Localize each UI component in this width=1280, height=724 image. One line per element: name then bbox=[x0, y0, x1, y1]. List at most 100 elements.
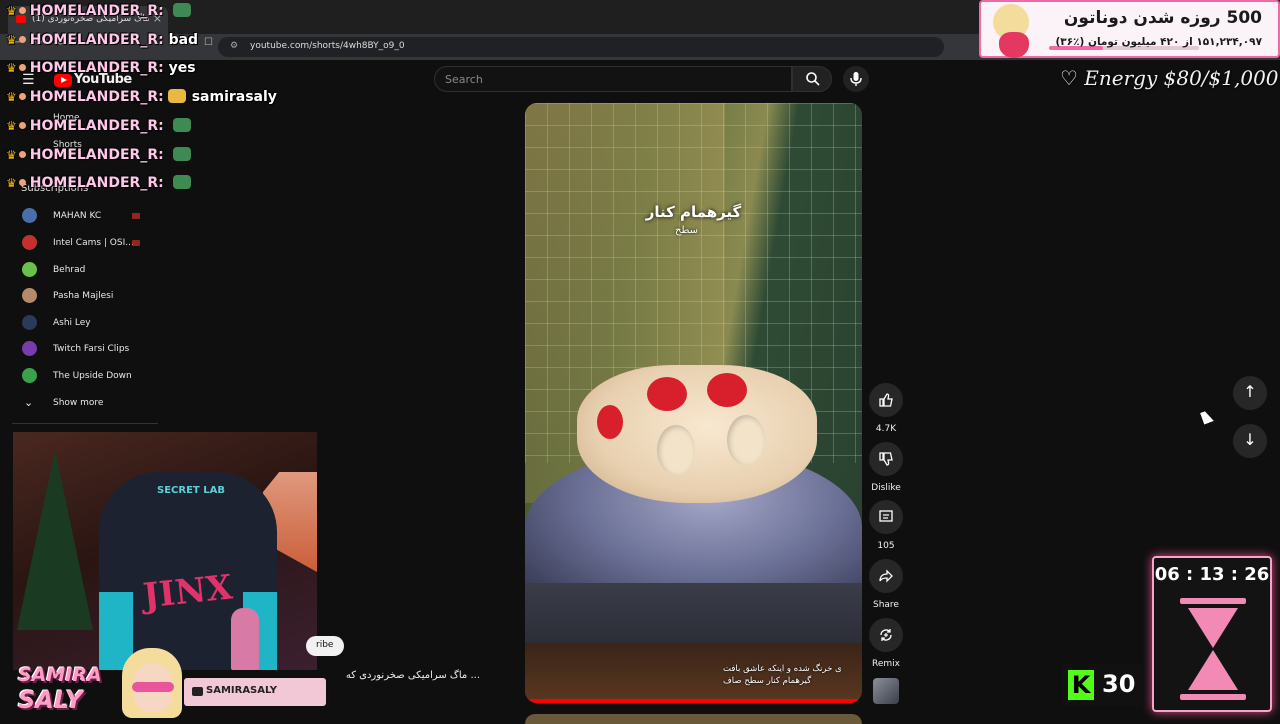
sidebar-item-subscription[interactable]: Intel Cams | OSI... bbox=[20, 235, 180, 257]
crown-icon: ♛ bbox=[6, 148, 17, 162]
search-button[interactable] bbox=[792, 66, 832, 92]
share-icon bbox=[879, 569, 893, 583]
chat-message: ♛ HOMELANDER_R: bbox=[6, 118, 191, 138]
crown-icon: ♛ bbox=[6, 176, 17, 190]
show-more-button[interactable]: ⌄ Show more bbox=[20, 395, 180, 417]
crown-icon: ♛ bbox=[6, 90, 17, 104]
chat-username: HOMELANDER_R: bbox=[29, 32, 164, 48]
hourglass-cap bbox=[1180, 598, 1246, 604]
sidebar-item-subscription[interactable]: Twitch Farsi Clips bbox=[20, 341, 180, 363]
timer-value: 06 : 13 : 26 bbox=[1154, 564, 1270, 585]
microphone-icon bbox=[850, 72, 862, 86]
next-short-preview[interactable] bbox=[525, 714, 862, 724]
video-caption: ی خرنگ شده و اینکه عاشق بافت گیرهمام کنا… bbox=[723, 663, 857, 687]
channel-avatar bbox=[22, 315, 37, 330]
remix-button[interactable]: Remix bbox=[866, 618, 906, 669]
sidebar-item-subscription[interactable]: Behrad bbox=[20, 262, 180, 284]
comment-count: 105 bbox=[877, 541, 895, 551]
share-button[interactable]: Share bbox=[866, 559, 906, 610]
user-avatar-icon bbox=[18, 36, 26, 43]
sidebar-item-subscription[interactable]: The Upside Down bbox=[20, 368, 180, 390]
chevron-down-icon: ⌄ bbox=[24, 396, 34, 409]
channel-avatar bbox=[22, 288, 37, 303]
emote-icon bbox=[167, 89, 186, 103]
channel-avatar bbox=[22, 208, 37, 223]
energy-goal: ♡ Energy $80/$1,000 bbox=[1060, 66, 1279, 90]
chat-message: ♛ HOMELANDER_R: samirasaly bbox=[6, 89, 277, 109]
dislike-label: Dislike bbox=[871, 483, 901, 493]
chat-username: HOMELANDER_R: bbox=[29, 175, 164, 191]
channel-name: Ashi Ley bbox=[53, 318, 91, 328]
sidebar-divider bbox=[12, 423, 158, 424]
social-handle: SAMIRASALY bbox=[206, 685, 278, 696]
sidebar-item-subscription[interactable]: Ashi Ley bbox=[20, 315, 180, 337]
emote-icon bbox=[172, 118, 191, 132]
comments-button[interactable]: 105 bbox=[866, 500, 906, 551]
chair-brand: SECRET LAB bbox=[157, 485, 225, 496]
chat-text: bad bbox=[168, 32, 199, 48]
ceramic-mug bbox=[577, 365, 817, 503]
channel-avatar bbox=[22, 262, 37, 277]
show-more-label: Show more bbox=[53, 398, 104, 408]
hourglass-cap bbox=[1180, 694, 1246, 700]
avatar-glasses bbox=[132, 682, 174, 692]
caption-line: گیرهمام کنار سطح صاف bbox=[723, 676, 812, 686]
emote-icon bbox=[172, 147, 191, 161]
hourglass-top bbox=[1188, 608, 1238, 648]
mug-spot bbox=[597, 405, 623, 439]
emote-icon bbox=[172, 175, 191, 189]
hourglass-icon bbox=[1180, 598, 1246, 702]
search-input[interactable]: Search bbox=[434, 66, 792, 92]
crown-icon: ♛ bbox=[6, 119, 17, 133]
user-avatar-icon bbox=[18, 122, 26, 129]
chat-message: ♛ HOMELANDER_R: bbox=[6, 175, 191, 195]
site-info-icon[interactable]: ⚙ bbox=[230, 41, 238, 51]
like-button[interactable]: 4.7K bbox=[866, 383, 906, 434]
voice-search-button[interactable] bbox=[843, 66, 869, 92]
channel-avatar bbox=[22, 341, 37, 356]
viewer-count: 30 bbox=[1102, 670, 1136, 698]
donation-progress-text: ۱۵۱,۲۳۴,۰۹۷ از ۴۲۰ میلیون تومان (٪۳۶) bbox=[1055, 36, 1262, 48]
url-text: youtube.com/shorts/4wh8BY_o9_0 bbox=[250, 41, 405, 51]
user-avatar-icon bbox=[18, 7, 26, 14]
mug-hole bbox=[727, 415, 765, 465]
search-icon bbox=[806, 72, 820, 86]
video-progress-bar[interactable] bbox=[525, 699, 862, 703]
arrow-down-icon: ↓ bbox=[1243, 430, 1257, 449]
video-overlay-title: گیرهمام کنار bbox=[645, 203, 742, 221]
sidebar-item-subscription[interactable]: MAHAN KC bbox=[20, 208, 180, 230]
short-video-title[interactable]: ... ماگ سرامیکی صخرنوردی که bbox=[330, 670, 480, 681]
thumbs-down-icon bbox=[879, 452, 893, 466]
streamer-avatar bbox=[120, 648, 184, 720]
chat-username: HOMELANDER_R: bbox=[29, 89, 164, 105]
mug-spot bbox=[647, 377, 687, 411]
channel-name: The Upside Down bbox=[53, 371, 132, 381]
user-avatar-icon bbox=[18, 179, 26, 186]
shorts-video-player[interactable]: گیرهمام کنار سطح ی خرنگ شده و اینکه عاشق… bbox=[525, 103, 862, 703]
chat-username: HOMELANDER_R: bbox=[29, 60, 164, 76]
crown-icon: ♛ bbox=[6, 61, 17, 75]
chat-text: yes bbox=[168, 60, 196, 76]
heart-icon bbox=[999, 32, 1029, 58]
chat-message: ♛ HOMELANDER_R: bbox=[6, 3, 191, 23]
countdown-timer: 06 : 13 : 26 bbox=[1152, 556, 1272, 712]
streamer-logo-line1: SAMIRA bbox=[18, 664, 102, 686]
channel-avatar bbox=[22, 235, 37, 250]
next-short-button[interactable]: ↓ bbox=[1233, 424, 1267, 458]
sidebar-item-subscription[interactable]: Pasha Majlesi bbox=[20, 288, 180, 310]
social-handle-bar: SAMIRASALY bbox=[184, 678, 326, 706]
channel-name: Behrad bbox=[53, 265, 86, 275]
hourglass-bottom bbox=[1188, 650, 1238, 690]
dislike-button[interactable]: Dislike bbox=[866, 442, 906, 493]
subscribe-button[interactable]: ribe bbox=[306, 636, 344, 656]
chat-username: HOMELANDER_R: bbox=[29, 147, 164, 163]
chair-text: JINX bbox=[141, 567, 235, 617]
chat-message: ♛ HOMELANDER_R: yes bbox=[6, 60, 196, 80]
chat-username: HOMELANDER_R: bbox=[29, 118, 164, 134]
chat-text: samirasaly bbox=[191, 89, 277, 105]
donation-goal-widget: 500 روزه شدن دوناتون ۱۵۱,۲۳۴,۰۹۷ از ۴۲۰ … bbox=[979, 0, 1280, 58]
previous-short-button[interactable]: ↑ bbox=[1233, 376, 1267, 410]
bookmark-icon[interactable]: ☐ bbox=[204, 37, 213, 48]
sound-thumbnail[interactable] bbox=[873, 678, 899, 704]
url-field[interactable]: ⚙ youtube.com/shorts/4wh8BY_o9_0 bbox=[218, 37, 944, 57]
